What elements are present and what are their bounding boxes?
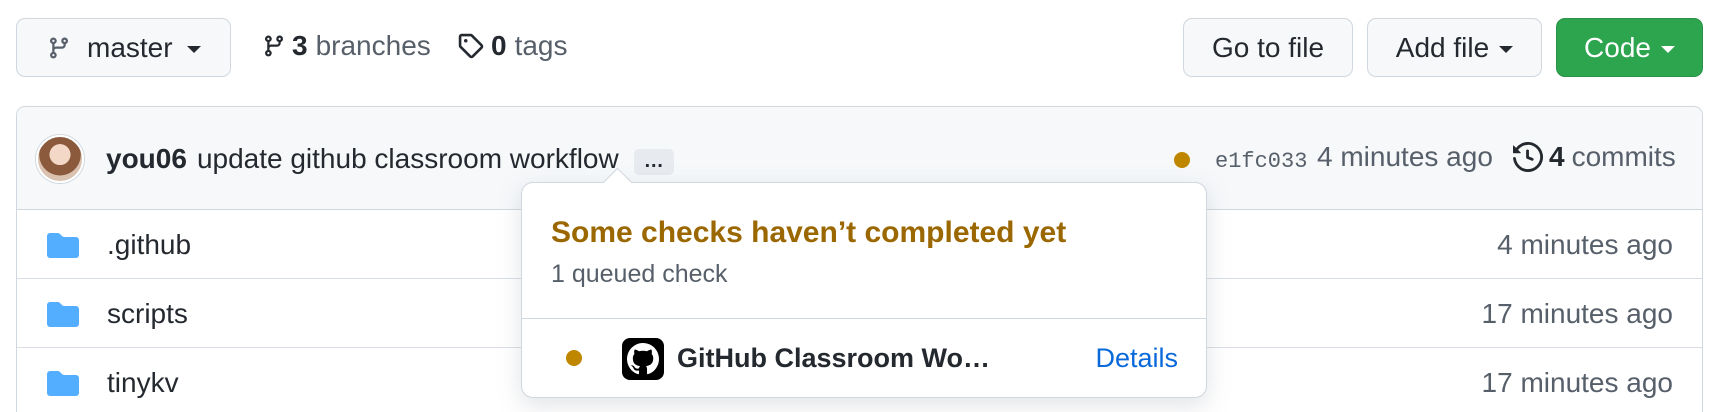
go-to-file-label: Go to file	[1211, 31, 1325, 63]
branch-select-button[interactable]: master	[16, 18, 231, 77]
git-branch-icon	[265, 35, 283, 57]
details-link[interactable]: Details	[1095, 343, 1178, 374]
file-date: 17 minutes ago	[1481, 298, 1673, 329]
commit-message: you06 update github classroom workflow …	[106, 143, 674, 175]
file-name[interactable]: tinykv	[107, 367, 179, 399]
commit-message-text[interactable]: update github classroom workflow	[197, 143, 619, 175]
branches-count: 3	[292, 30, 308, 61]
chevron-down-icon	[1660, 46, 1675, 53]
github-logo-icon	[622, 338, 664, 380]
checks-title: Some checks haven’t completed yet	[551, 216, 1067, 249]
branches-label: branches	[315, 30, 431, 61]
commit-author[interactable]: you06	[106, 143, 187, 175]
file-name[interactable]: .github	[107, 229, 191, 261]
commit-time: 4 minutes ago	[1317, 141, 1493, 172]
chevron-down-icon	[186, 46, 201, 53]
checks-popover-header: Some checks haven’t completed yet 1 queu…	[522, 183, 1206, 319]
code-button[interactable]: Code	[1556, 18, 1703, 77]
commit-sha[interactable]: e1fc033	[1215, 149, 1307, 174]
tags-label: tags	[514, 30, 568, 61]
add-file-label: Add file	[1395, 31, 1490, 63]
file-date: 4 minutes ago	[1497, 229, 1673, 260]
branches-link[interactable]: 3 branches	[262, 30, 431, 62]
code-label: Code	[1584, 31, 1651, 63]
tags-link[interactable]: 0 tags	[457, 30, 568, 62]
folder-icon	[47, 302, 79, 327]
branch-name: master	[87, 31, 173, 63]
commits-link[interactable]: 4 commits	[1513, 141, 1676, 173]
chevron-down-icon	[1499, 46, 1514, 53]
folder-icon	[47, 233, 79, 258]
check-row: GitHub Classroom Wo… Details	[522, 319, 1206, 397]
avatar[interactable]	[36, 135, 84, 183]
go-to-file-button[interactable]: Go to file	[1183, 18, 1353, 77]
pending-status-icon[interactable]	[1174, 152, 1190, 168]
tag-icon	[458, 33, 484, 59]
commits-count: 4	[1549, 141, 1565, 172]
history-icon	[1513, 142, 1543, 172]
expand-commit-button[interactable]: …	[633, 149, 674, 175]
queued-status-icon	[566, 350, 582, 366]
check-name: GitHub Classroom Wo…	[677, 343, 991, 373]
file-name[interactable]: scripts	[107, 298, 188, 330]
folder-icon	[47, 371, 79, 396]
checks-popover: Some checks haven’t completed yet 1 queu…	[521, 182, 1207, 398]
add-file-button[interactable]: Add file	[1367, 18, 1542, 77]
file-date: 17 minutes ago	[1481, 367, 1673, 398]
commits-label: commits	[1571, 141, 1676, 172]
checks-subtitle: 1 queued check	[551, 260, 728, 288]
git-branch-icon	[50, 36, 68, 59]
tags-count: 0	[491, 30, 507, 61]
